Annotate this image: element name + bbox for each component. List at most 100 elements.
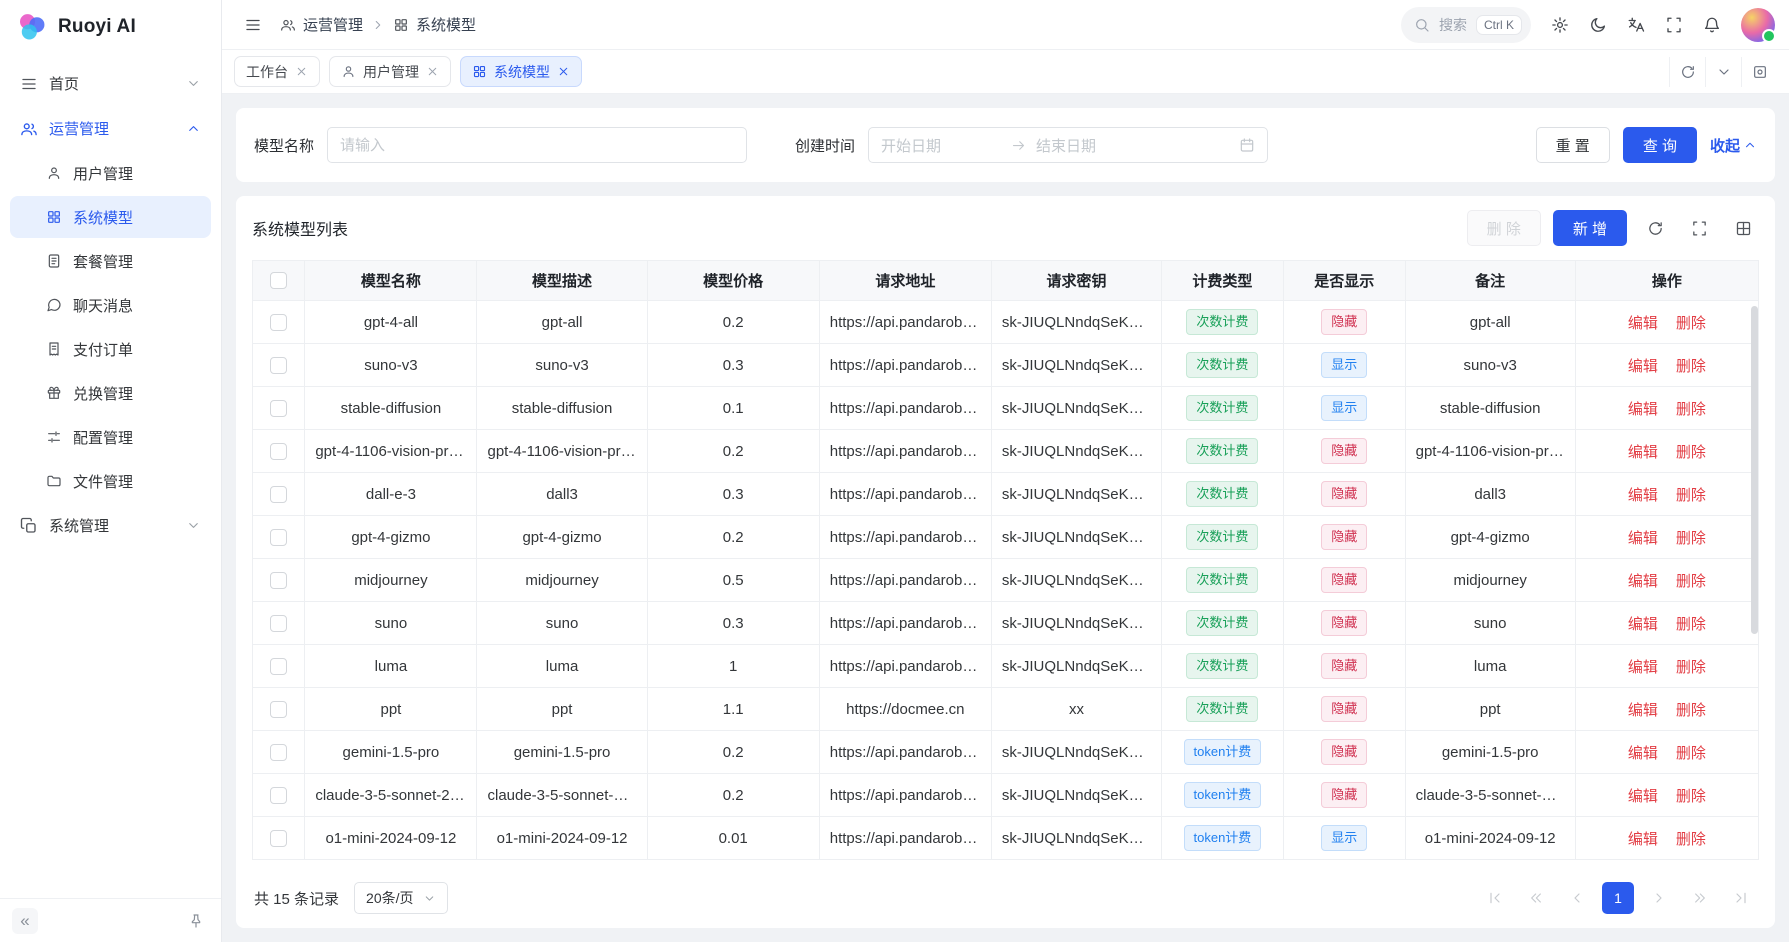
table-tool-button[interactable] [1727, 212, 1759, 244]
delete-link[interactable]: 删除 [1676, 745, 1706, 762]
sidebar-collapse-button[interactable]: « [12, 908, 38, 934]
edit-link[interactable]: 编辑 [1628, 444, 1658, 461]
breadcrumb-item-operations[interactable]: 运营管理 [280, 14, 363, 35]
delete-link[interactable]: 删除 [1676, 487, 1706, 504]
header-action-button[interactable] [1695, 8, 1729, 42]
tab-menu-button[interactable] [1705, 57, 1741, 87]
sidebar-toggle-button[interactable] [236, 8, 270, 42]
sidebar-item-user-management[interactable]: 用户管理 [10, 152, 211, 194]
tab-close-icon[interactable] [295, 65, 308, 78]
edit-link[interactable]: 编辑 [1628, 616, 1658, 633]
header-action-button[interactable] [1543, 8, 1577, 42]
sidebar-item-redeem-management[interactable]: 兑换管理 [10, 372, 211, 414]
delete-link[interactable]: 删除 [1676, 530, 1706, 547]
last-page-button[interactable] [1725, 882, 1757, 914]
sidebar-item-label: 运营管理 [49, 118, 109, 139]
sidebar-item-config-management[interactable]: 配置管理 [10, 416, 211, 458]
content-layout-button[interactable] [1741, 57, 1777, 87]
collapse-filter-link[interactable]: 收起 [1710, 135, 1757, 156]
sidebar-item-chat-messages[interactable]: 聊天消息 [10, 284, 211, 326]
delete-link[interactable]: 删除 [1676, 702, 1706, 719]
edit-link[interactable]: 编辑 [1628, 401, 1658, 418]
jump-forward-button[interactable] [1684, 882, 1716, 914]
date-range-picker[interactable]: 开始日期 结束日期 [868, 127, 1268, 163]
double-chevron-right-icon [1692, 890, 1708, 906]
sidebar-item-file-management[interactable]: 文件管理 [10, 460, 211, 502]
row-checkbox[interactable] [270, 357, 287, 374]
edit-link[interactable]: 编辑 [1628, 831, 1658, 848]
tab-workbench[interactable]: 工作台 [234, 56, 320, 87]
tab-close-icon[interactable] [426, 65, 439, 78]
tab-user-management[interactable]: 用户管理 [329, 56, 451, 87]
chevron-down-icon [423, 892, 436, 905]
delete-link[interactable]: 删除 [1676, 401, 1706, 418]
add-button[interactable]: 新 增 [1553, 210, 1627, 246]
edit-link[interactable]: 编辑 [1628, 788, 1658, 805]
table-tool-button[interactable] [1639, 212, 1671, 244]
user-avatar[interactable] [1741, 8, 1775, 42]
row-checkbox[interactable] [270, 701, 287, 718]
sidebar-item-system-models[interactable]: 系统模型 [10, 196, 211, 238]
row-checkbox[interactable] [270, 615, 287, 632]
table-row: o1-mini-2024-09-12 o1-mini-2024-09-12 0.… [253, 817, 1759, 860]
sidebar-item-home[interactable]: 首页 [10, 62, 211, 105]
tab-refresh-button[interactable] [1669, 57, 1705, 87]
row-checkbox[interactable] [270, 658, 287, 675]
pin-button[interactable] [183, 908, 209, 934]
row-checkbox[interactable] [270, 529, 287, 546]
edit-link[interactable]: 编辑 [1628, 659, 1658, 676]
breadcrumb-item-system-models[interactable]: 系统模型 [393, 14, 476, 35]
model-name-input[interactable] [327, 127, 747, 163]
select-all-checkbox[interactable] [270, 272, 287, 289]
delete-link[interactable]: 删除 [1676, 444, 1706, 461]
delete-link[interactable]: 删除 [1676, 616, 1706, 633]
reset-button[interactable]: 重 置 [1536, 127, 1610, 163]
vertical-scrollbar[interactable] [1751, 306, 1758, 634]
refresh-icon [1680, 64, 1696, 80]
delete-link[interactable]: 删除 [1676, 315, 1706, 332]
first-page-button[interactable] [1479, 882, 1511, 914]
sidebar-item-payment-orders[interactable]: 支付订单 [10, 328, 211, 370]
jump-back-button[interactable] [1520, 882, 1552, 914]
tab-system-models[interactable]: 系统模型 [460, 56, 582, 87]
app-logo[interactable]: Ruoyi AI [0, 0, 221, 54]
tab-close-icon[interactable] [557, 65, 570, 78]
query-button[interactable]: 查 询 [1623, 127, 1697, 163]
sidebar-item-system-management[interactable]: 系统管理 [10, 504, 211, 547]
edit-link[interactable]: 编辑 [1628, 487, 1658, 504]
delete-link[interactable]: 删除 [1676, 659, 1706, 676]
delete-button[interactable]: 删 除 [1467, 210, 1541, 246]
header-action-button[interactable] [1657, 8, 1691, 42]
edit-link[interactable]: 编辑 [1628, 702, 1658, 719]
edit-link[interactable]: 编辑 [1628, 315, 1658, 332]
row-checkbox[interactable] [270, 443, 287, 460]
header-action-button[interactable] [1619, 8, 1653, 42]
sidebar-item-package-management[interactable]: 套餐管理 [10, 240, 211, 282]
next-page-button[interactable] [1643, 882, 1675, 914]
row-checkbox[interactable] [270, 400, 287, 417]
delete-link[interactable]: 删除 [1676, 573, 1706, 590]
delete-link[interactable]: 删除 [1676, 358, 1706, 375]
tab-label: 工作台 [246, 62, 288, 82]
delete-link[interactable]: 删除 [1676, 831, 1706, 848]
edit-link[interactable]: 编辑 [1628, 358, 1658, 375]
table-header-row: 模型名称 模型描述 模型价格 请求地址 请求密钥 计费类型 是否显示 备注 操作 [253, 261, 1759, 301]
row-checkbox[interactable] [270, 744, 287, 761]
row-checkbox[interactable] [270, 787, 287, 804]
sidebar-item-operations[interactable]: 运营管理 [10, 107, 211, 150]
prev-page-button[interactable] [1561, 882, 1593, 914]
filter-model-name-group: 模型名称 [254, 127, 747, 163]
row-checkbox[interactable] [270, 486, 287, 503]
edit-link[interactable]: 编辑 [1628, 530, 1658, 547]
current-page-button[interactable]: 1 [1602, 882, 1634, 914]
header-action-button[interactable] [1581, 8, 1615, 42]
row-checkbox[interactable] [270, 572, 287, 589]
delete-link[interactable]: 删除 [1676, 788, 1706, 805]
edit-link[interactable]: 编辑 [1628, 573, 1658, 590]
edit-link[interactable]: 编辑 [1628, 745, 1658, 762]
table-tool-button[interactable] [1683, 212, 1715, 244]
row-checkbox[interactable] [270, 314, 287, 331]
page-size-select[interactable]: 20条/页 [354, 882, 447, 914]
row-checkbox[interactable] [270, 830, 287, 847]
global-search-button[interactable]: 搜索 Ctrl K [1401, 7, 1531, 43]
